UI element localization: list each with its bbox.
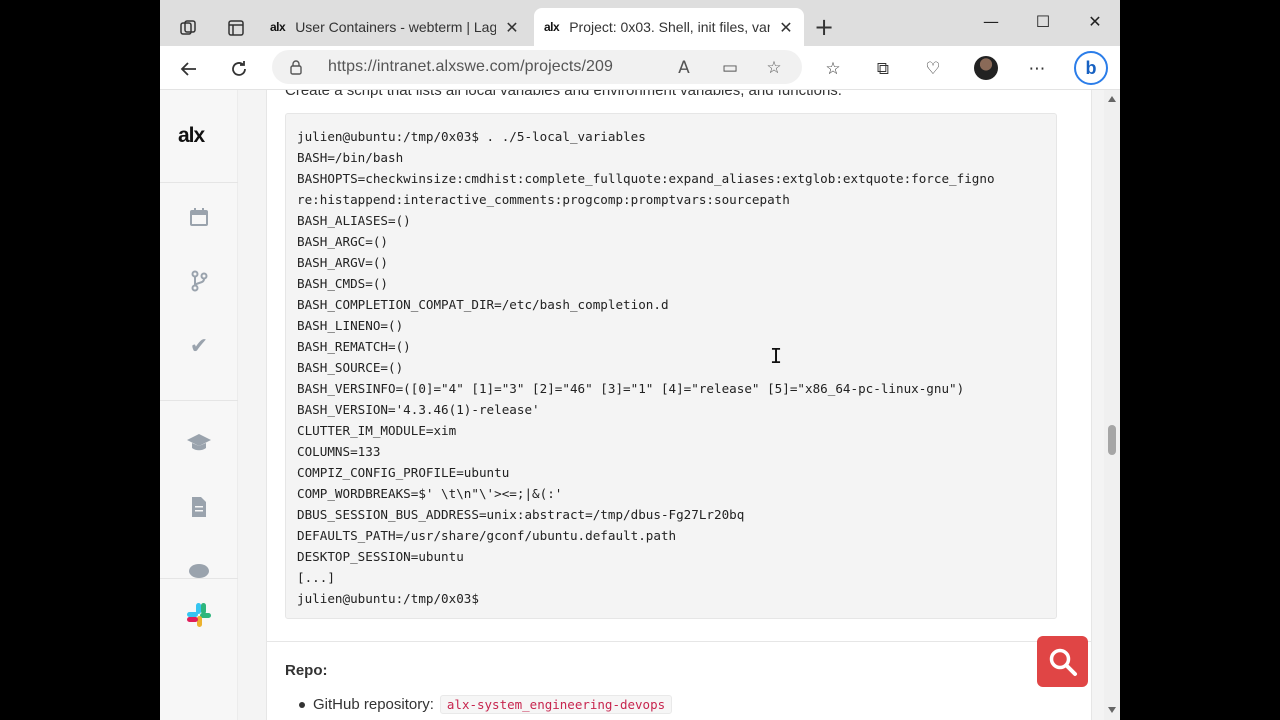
tab-title: User Containers - webterm | Lago bbox=[295, 19, 496, 35]
code-line: BASH_SOURCE=() bbox=[297, 360, 404, 375]
tab-user-containers[interactable]: alx User Containers - webterm | Lago ✕ bbox=[260, 8, 530, 46]
search-button[interactable] bbox=[1037, 636, 1088, 687]
code-line: DEFAULTS_PATH=/usr/share/gconf/ubuntu.de… bbox=[297, 528, 677, 543]
code-line: BASH_LINENO=() bbox=[297, 318, 404, 333]
new-tab-button[interactable]: + bbox=[810, 14, 838, 42]
check-icon[interactable]: ✔ bbox=[184, 331, 214, 361]
close-icon[interactable]: ✕ bbox=[504, 18, 520, 37]
back-arrow-icon[interactable] bbox=[174, 54, 204, 84]
code-line: BASH_REMATCH=() bbox=[297, 339, 411, 354]
code-block: julien@ubuntu:/tmp/0x03$ . ./5-local_var… bbox=[285, 113, 1057, 619]
divider bbox=[160, 400, 238, 401]
star-icon[interactable]: ☆ bbox=[762, 56, 786, 80]
main-content: Create a script that lists all local var… bbox=[266, 90, 1092, 720]
close-window-button[interactable]: ✕ bbox=[1072, 8, 1118, 36]
left-sidebar: alx ✔ bbox=[160, 90, 238, 720]
code-line: BASHOPTS=checkwinsize:cmdhist:complete_f… bbox=[297, 171, 995, 186]
code-line: COLUMNS=133 bbox=[297, 444, 381, 459]
search-icon bbox=[1049, 648, 1077, 676]
chat-icon[interactable] bbox=[184, 556, 214, 586]
code-line: BASH=/bin/bash bbox=[297, 150, 404, 165]
alx-favicon-icon: alx bbox=[270, 20, 286, 34]
code-line: BASH_CMDS=() bbox=[297, 276, 388, 291]
minimize-button[interactable]: — bbox=[968, 8, 1014, 36]
browser-window: alx User Containers - webterm | Lago ✕ a… bbox=[160, 0, 1120, 720]
git-branch-icon[interactable] bbox=[184, 266, 214, 296]
tab-strip: alx User Containers - webterm | Lago ✕ a… bbox=[160, 0, 1120, 46]
page-scrollbar[interactable] bbox=[1104, 90, 1120, 720]
code-line: BASH_COMPLETION_COMPAT_DIR=/etc/bash_com… bbox=[297, 297, 669, 312]
repo-name-code: alx-system_engineering-devops bbox=[439, 695, 673, 714]
code-line: DESKTOP_SESSION=ubuntu bbox=[297, 549, 464, 564]
page-content: alx ✔ Create a script that lists all loc… bbox=[160, 90, 1120, 720]
scroll-up-arrow-icon[interactable] bbox=[1108, 96, 1116, 102]
calendar-icon[interactable] bbox=[184, 202, 214, 232]
more-icon[interactable]: ⋯ bbox=[1024, 56, 1050, 82]
code-line: BASH_ARGC=() bbox=[297, 234, 388, 249]
close-icon[interactable]: ✕ bbox=[778, 18, 794, 37]
repo-list-item: GitHub repository: alx-system_engineering… bbox=[298, 695, 673, 714]
tab-title: Project: 0x03. Shell, init files, varia bbox=[569, 19, 770, 35]
bing-icon[interactable]: b bbox=[1074, 51, 1108, 85]
code-line: julien@ubuntu:/tmp/0x03$ bbox=[297, 591, 479, 606]
tab-project[interactable]: alx Project: 0x03. Shell, init files, va… bbox=[534, 8, 804, 46]
code-line: [...] bbox=[297, 570, 335, 585]
maximize-button[interactable]: ☐ bbox=[1020, 8, 1066, 36]
code-line: re:histappend:interactive_comments:progc… bbox=[297, 192, 790, 207]
lock-icon[interactable] bbox=[288, 59, 304, 75]
read-aloud-icon[interactable]: A bbox=[672, 56, 696, 80]
tab-actions-icon[interactable] bbox=[220, 12, 252, 44]
avatar[interactable] bbox=[974, 56, 998, 80]
repo-heading: Repo: bbox=[285, 662, 328, 679]
immersive-reader-icon[interactable]: ▭ bbox=[718, 56, 742, 80]
address-bar[interactable]: https://intranet.alxswe.com/projects/209… bbox=[272, 50, 802, 84]
code-line: BASH_VERSION='4.3.46(1)-release' bbox=[297, 402, 540, 417]
code-line: BASH_ALIASES=() bbox=[297, 213, 411, 228]
code-line: CLUTTER_IM_MODULE=xim bbox=[297, 423, 457, 438]
alx-logo[interactable]: alx bbox=[178, 124, 205, 148]
document-icon[interactable] bbox=[184, 492, 214, 522]
heart-pulse-icon[interactable]: ♡ bbox=[920, 56, 946, 82]
divider bbox=[267, 641, 1091, 642]
favorites-icon[interactable]: ☆ bbox=[820, 56, 846, 82]
code-line: COMPIZ_CONFIG_PROFILE=ubuntu bbox=[297, 465, 510, 480]
alx-favicon-icon: alx bbox=[544, 20, 560, 34]
url-text[interactable]: https://intranet.alxswe.com/projects/209 bbox=[328, 58, 613, 76]
code-line: DBUS_SESSION_BUS_ADDRESS=unix:abstract=/… bbox=[297, 507, 745, 522]
code-line: BASH_VERSINFO=([0]="4" [1]="3" [2]="46" … bbox=[297, 381, 965, 396]
scroll-down-arrow-icon[interactable] bbox=[1108, 707, 1116, 713]
refresh-icon[interactable] bbox=[224, 54, 254, 84]
slack-icon[interactable] bbox=[184, 600, 214, 630]
divider bbox=[160, 182, 238, 183]
scrollbar-thumb[interactable] bbox=[1108, 425, 1116, 455]
divider bbox=[160, 578, 238, 579]
text-cursor-icon: I bbox=[770, 344, 783, 368]
repo-item-label: GitHub repository: bbox=[313, 696, 434, 713]
collections-icon[interactable]: ⧉ bbox=[870, 56, 896, 82]
graduation-cap-icon[interactable] bbox=[184, 427, 214, 457]
navigation-bar: https://intranet.alxswe.com/projects/209… bbox=[160, 46, 1120, 90]
workspaces-icon[interactable] bbox=[172, 12, 204, 44]
code-line: julien@ubuntu:/tmp/0x03$ . ./5-local_var… bbox=[297, 129, 646, 144]
code-line: COMP_WORDBREAKS=$' \t\n"\'><=;|&(:' bbox=[297, 486, 563, 501]
code-line: BASH_ARGV=() bbox=[297, 255, 388, 270]
task-description: Create a script that lists all local var… bbox=[285, 90, 842, 99]
